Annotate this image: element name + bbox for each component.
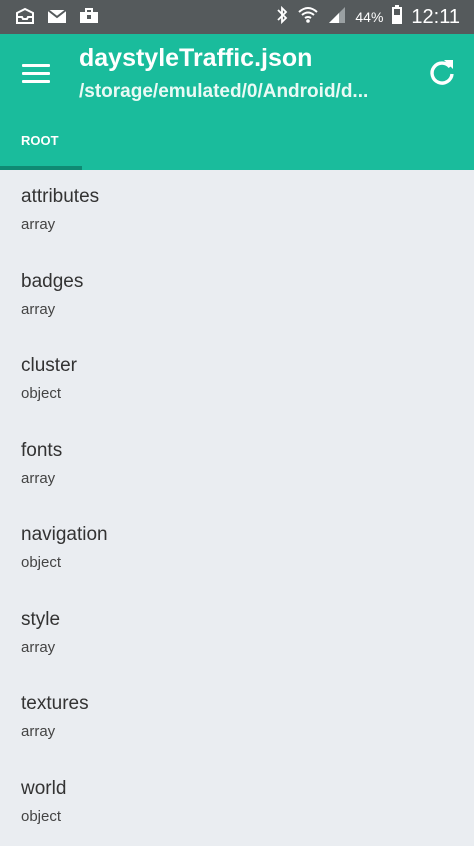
item-name: attributes	[21, 186, 99, 208]
item-name: badges	[21, 271, 83, 293]
clock: 12:11	[411, 6, 460, 29]
battery-percent: 44%	[355, 9, 383, 25]
page-title: daystyleTraffic.json	[79, 44, 312, 73]
app-bar: daystyleTraffic.json /storage/emulated/0…	[0, 34, 474, 170]
mail-icon	[46, 7, 68, 25]
wifi-icon	[297, 6, 319, 29]
refresh-icon	[426, 56, 458, 88]
item-name: style	[21, 609, 60, 631]
item-name: fonts	[21, 440, 62, 462]
battery-icon	[391, 5, 403, 30]
item-type: array	[21, 216, 55, 233]
list-item[interactable]: navigation object	[0, 508, 474, 593]
list-item[interactable]: style array	[0, 593, 474, 678]
item-type: object	[21, 385, 61, 402]
list-item[interactable]: world object	[0, 762, 474, 846]
list-item[interactable]: badges array	[0, 255, 474, 340]
tab-label: ROOT	[21, 133, 59, 148]
item-type: array	[21, 723, 55, 740]
briefcase-icon	[78, 7, 100, 25]
cloud-inbox-icon	[14, 7, 36, 25]
refresh-button[interactable]	[426, 56, 458, 88]
item-type: object	[21, 554, 61, 571]
menu-button[interactable]	[22, 62, 52, 86]
item-name: cluster	[21, 355, 77, 377]
system-icons: 44% 12:11	[275, 0, 460, 34]
item-type: object	[21, 808, 61, 825]
tab-root[interactable]: ROOT	[0, 130, 82, 170]
hamburger-icon	[22, 64, 50, 67]
item-name: world	[21, 778, 66, 800]
item-name: textures	[21, 693, 89, 715]
file-path: /storage/emulated/0/Android/d...	[79, 81, 399, 103]
item-type: array	[21, 301, 55, 318]
list-item[interactable]: textures array	[0, 677, 474, 762]
json-key-list: attributes array badges array cluster ob…	[0, 170, 474, 846]
item-type: array	[21, 639, 55, 656]
list-item[interactable]: attributes array	[0, 170, 474, 255]
list-item[interactable]: cluster object	[0, 339, 474, 424]
bluetooth-icon	[275, 5, 289, 30]
item-type: array	[21, 470, 55, 487]
signal-icon	[327, 6, 347, 29]
notification-icons	[14, 7, 100, 25]
item-name: navigation	[21, 524, 108, 546]
status-bar: 44% 12:11	[0, 0, 474, 34]
list-item[interactable]: fonts array	[0, 424, 474, 509]
